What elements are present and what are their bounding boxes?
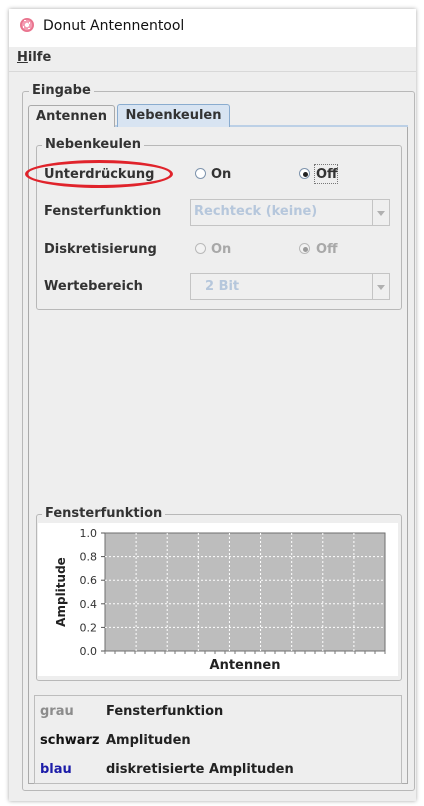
unterdrueckung-on-radio[interactable] bbox=[195, 168, 206, 179]
y-tick-label: 0.4 bbox=[80, 598, 98, 611]
diskretisierung-on-label[interactable]: On bbox=[211, 242, 231, 257]
x-axis-label: Antennen bbox=[210, 658, 281, 673]
unterdrueckung-off-label[interactable]: Off bbox=[316, 167, 338, 182]
menu-hilfe-mnemonic: H bbox=[17, 50, 28, 65]
legend-text-amplituden: Amplituden bbox=[106, 733, 191, 748]
y-tick-labels: 0.0 0.2 0.4 0.6 0.8 1.0 bbox=[80, 527, 105, 658]
menu-hilfe-label: ilfe bbox=[27, 50, 52, 65]
fensterfunktion-value: Rechteck (keine) bbox=[194, 204, 318, 219]
plot-area bbox=[104, 532, 386, 652]
y-tick-label: 0.8 bbox=[80, 551, 98, 564]
unterdrueckung-off-radio[interactable] bbox=[299, 168, 310, 179]
y-tick-label: 1.0 bbox=[80, 527, 98, 540]
diskretisierung-off-label[interactable]: Off bbox=[316, 242, 338, 257]
donut-icon bbox=[20, 18, 34, 32]
y-tick-label: 0.2 bbox=[80, 621, 98, 634]
unterdrueckung-on-label[interactable]: On bbox=[211, 167, 231, 182]
legend-key-grau: grau bbox=[40, 704, 74, 719]
tab-nebenkeulen[interactable]: Nebenkeulen bbox=[117, 104, 230, 127]
window-title: Donut Antennentool bbox=[43, 18, 185, 34]
highlight-ellipse bbox=[25, 160, 173, 188]
chevron-down-icon[interactable] bbox=[372, 274, 390, 299]
diskretisierung-label: Diskretisierung bbox=[44, 242, 157, 257]
diskretisierung-on-radio[interactable] bbox=[195, 243, 206, 254]
y-axis-label: Amplitude bbox=[54, 557, 68, 627]
diskretisierung-off-radio[interactable] bbox=[299, 243, 310, 254]
y-tick-label: 0.6 bbox=[80, 574, 98, 587]
legend-key-blau: blau bbox=[40, 762, 72, 777]
nebenkeulen-title: Nebenkeulen bbox=[42, 137, 144, 152]
fensterfunktion-chart: 0.0 0.2 0.4 0.6 0.8 1.0 Antennen Amplitude bbox=[54, 527, 386, 673]
wertebereich-label: Wertebereich bbox=[44, 279, 143, 294]
menu-bar bbox=[9, 47, 416, 72]
chevron-down-icon[interactable] bbox=[372, 200, 390, 225]
menu-hilfe[interactable]: Hilfe bbox=[17, 50, 51, 65]
legend-key-schwarz: schwarz bbox=[40, 733, 100, 748]
fensterfunktion-label: Fensterfunktion bbox=[44, 204, 162, 219]
wertebereich-value: 2 Bit bbox=[205, 279, 240, 294]
y-tick-label: 0.0 bbox=[80, 645, 98, 658]
fensterfunktion-panel-title: Fensterfunktion bbox=[42, 506, 166, 521]
legend-text-fensterfunktion: Fensterfunktion bbox=[106, 704, 224, 719]
eingabe-title: Eingabe bbox=[29, 83, 94, 98]
tab-antennen[interactable]: Antennen bbox=[28, 105, 115, 127]
legend-text-diskretisierte-amplituden: diskretisierte Amplituden bbox=[106, 762, 294, 777]
